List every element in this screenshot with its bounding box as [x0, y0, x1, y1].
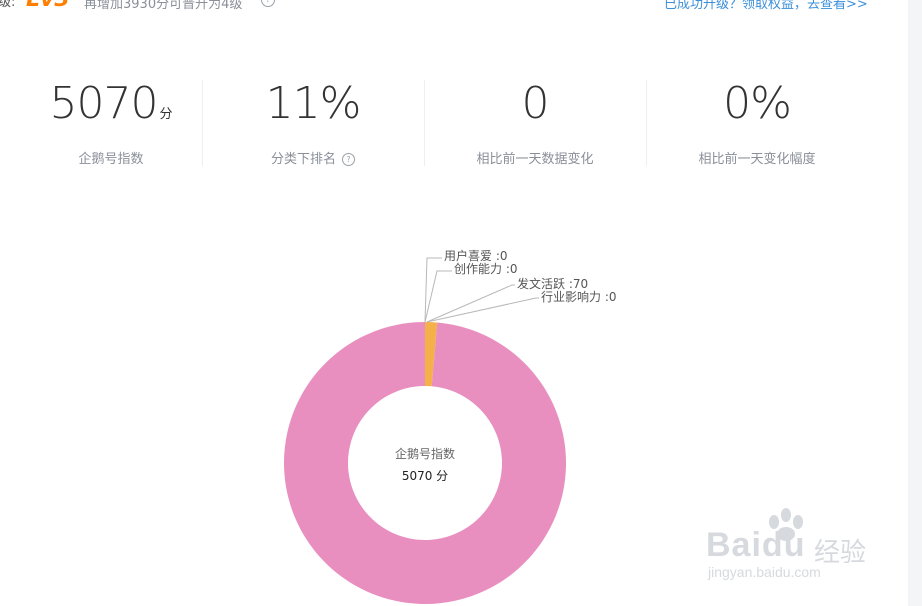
slice-label: 发文活跃 :70 [517, 276, 588, 291]
label-leader-line [426, 297, 539, 323]
slice-label: 行业影响力 :0 [541, 289, 617, 304]
watermark-brand-cn: 经验 [814, 538, 867, 568]
baidu-watermark: Baidu 经验 jingyan.baidu.com [706, 508, 876, 588]
label-leader-line [424, 270, 452, 323]
watermark-brand: Baidu [706, 526, 806, 564]
slice-label: 创作能力 :0 [454, 262, 518, 276]
slice-label: 用户喜爱 :0 [444, 248, 508, 263]
label-leader-line [426, 284, 515, 323]
chart-center-title: 企鹅号指数 [395, 446, 455, 461]
chart-center-value: 5070 分 [402, 469, 448, 483]
watermark-url: jingyan.baidu.com [708, 564, 821, 580]
